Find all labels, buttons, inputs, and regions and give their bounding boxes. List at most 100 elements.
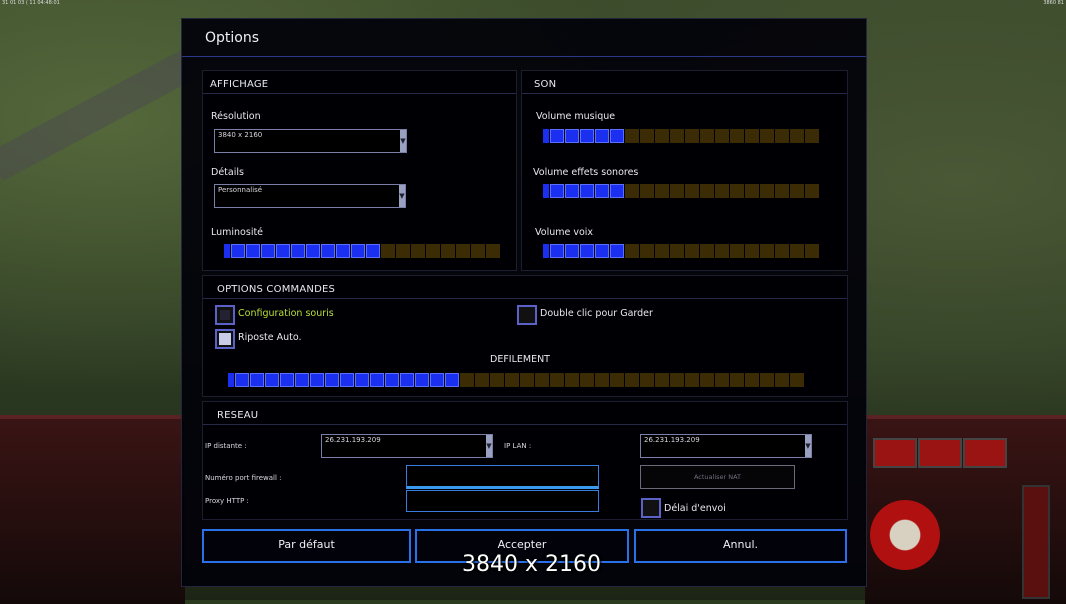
slider-segment[interactable] xyxy=(595,373,609,387)
slider-segment[interactable] xyxy=(411,244,425,258)
slider-segment[interactable] xyxy=(745,184,759,198)
slider-segment[interactable] xyxy=(790,373,804,387)
actualiser-nat-button[interactable]: Actualiser NAT xyxy=(640,465,795,489)
slider-segment[interactable] xyxy=(441,244,455,258)
ip-lan-dropdown[interactable]: 26.231.193.209 ▼ xyxy=(640,434,812,458)
slider-segment[interactable] xyxy=(505,373,519,387)
delai-checkbox[interactable] xyxy=(641,498,661,518)
volume-voix-slider[interactable] xyxy=(543,244,819,258)
details-dropdown[interactable]: Personnalisé ▼ xyxy=(214,184,406,208)
slider-segment[interactable] xyxy=(231,244,245,258)
slider-segment[interactable] xyxy=(550,129,564,143)
slider-knob[interactable] xyxy=(224,244,230,258)
slider-segment[interactable] xyxy=(580,184,594,198)
hud-button-2[interactable] xyxy=(918,438,962,468)
slider-segment[interactable] xyxy=(565,184,579,198)
volume-musique-slider[interactable] xyxy=(543,129,819,143)
slider-segment[interactable] xyxy=(310,373,324,387)
slider-segment[interactable] xyxy=(805,129,819,143)
slider-segment[interactable] xyxy=(370,373,384,387)
slider-segment[interactable] xyxy=(565,129,579,143)
slider-segment[interactable] xyxy=(700,373,714,387)
slider-segment[interactable] xyxy=(685,373,699,387)
slider-segment[interactable] xyxy=(366,244,380,258)
slider-segment[interactable] xyxy=(775,373,789,387)
slider-segment[interactable] xyxy=(685,244,699,258)
slider-segment[interactable] xyxy=(550,244,564,258)
slider-segment[interactable] xyxy=(760,184,774,198)
slider-segment[interactable] xyxy=(805,244,819,258)
slider-segment[interactable] xyxy=(745,244,759,258)
slider-segment[interactable] xyxy=(715,184,729,198)
slider-segment[interactable] xyxy=(670,373,684,387)
slider-segment[interactable] xyxy=(775,129,789,143)
slider-segment[interactable] xyxy=(700,244,714,258)
slider-segment[interactable] xyxy=(550,373,564,387)
slider-segment[interactable] xyxy=(246,244,260,258)
slider-segment[interactable] xyxy=(336,244,350,258)
slider-segment[interactable] xyxy=(291,244,305,258)
slider-segment[interactable] xyxy=(381,244,395,258)
slider-segment[interactable] xyxy=(790,129,804,143)
slider-segment[interactable] xyxy=(276,244,290,258)
luminosite-slider[interactable] xyxy=(224,244,500,258)
slider-segment[interactable] xyxy=(640,373,654,387)
defilement-slider[interactable] xyxy=(228,373,804,387)
slider-segment[interactable] xyxy=(295,373,309,387)
default-button[interactable]: Par défaut xyxy=(202,529,411,563)
slider-segment[interactable] xyxy=(595,184,609,198)
chevron-down-icon[interactable]: ▼ xyxy=(400,130,406,152)
slider-segment[interactable] xyxy=(655,373,669,387)
riposte-checkbox[interactable] xyxy=(215,329,235,349)
slider-segment[interactable] xyxy=(745,129,759,143)
slider-segment[interactable] xyxy=(715,129,729,143)
slider-segment[interactable] xyxy=(565,244,579,258)
slider-segment[interactable] xyxy=(430,373,444,387)
chevron-down-icon[interactable]: ▼ xyxy=(805,435,811,457)
slider-segment[interactable] xyxy=(610,129,624,143)
slider-segment[interactable] xyxy=(760,244,774,258)
slider-segment[interactable] xyxy=(730,373,744,387)
slider-knob[interactable] xyxy=(543,244,549,258)
slider-segment[interactable] xyxy=(640,184,654,198)
chevron-down-icon[interactable]: ▼ xyxy=(399,185,405,207)
slider-segment[interactable] xyxy=(685,129,699,143)
slider-segment[interactable] xyxy=(655,129,669,143)
slider-segment[interactable] xyxy=(250,373,264,387)
volume-effets-slider[interactable] xyxy=(543,184,819,198)
delai-label[interactable]: Délai d'envoi xyxy=(664,503,726,514)
slider-segment[interactable] xyxy=(625,184,639,198)
slider-segment[interactable] xyxy=(355,373,369,387)
slider-knob[interactable] xyxy=(543,129,549,143)
slider-segment[interactable] xyxy=(426,244,440,258)
slider-segment[interactable] xyxy=(775,244,789,258)
slider-segment[interactable] xyxy=(580,373,594,387)
chevron-down-icon[interactable]: ▼ xyxy=(486,435,492,457)
slider-segment[interactable] xyxy=(760,129,774,143)
slider-segment[interactable] xyxy=(715,244,729,258)
slider-segment[interactable] xyxy=(730,184,744,198)
slider-segment[interactable] xyxy=(745,373,759,387)
ip-distante-dropdown[interactable]: 26.231.193.209 ▼ xyxy=(321,434,493,458)
slider-segment[interactable] xyxy=(640,129,654,143)
slider-segment[interactable] xyxy=(471,244,485,258)
slider-segment[interactable] xyxy=(625,129,639,143)
slider-segment[interactable] xyxy=(415,373,429,387)
slider-segment[interactable] xyxy=(565,373,579,387)
slider-segment[interactable] xyxy=(640,244,654,258)
slider-segment[interactable] xyxy=(685,184,699,198)
slider-segment[interactable] xyxy=(550,184,564,198)
slider-segment[interactable] xyxy=(520,373,534,387)
slider-segment[interactable] xyxy=(790,244,804,258)
slider-segment[interactable] xyxy=(655,244,669,258)
double-clic-label[interactable]: Double clic pour Garder xyxy=(540,308,653,319)
slider-segment[interactable] xyxy=(610,244,624,258)
slider-segment[interactable] xyxy=(595,244,609,258)
slider-segment[interactable] xyxy=(670,184,684,198)
slider-segment[interactable] xyxy=(790,184,804,198)
slider-segment[interactable] xyxy=(235,373,249,387)
slider-segment[interactable] xyxy=(730,129,744,143)
slider-segment[interactable] xyxy=(670,129,684,143)
slider-segment[interactable] xyxy=(261,244,275,258)
slider-segment[interactable] xyxy=(805,184,819,198)
